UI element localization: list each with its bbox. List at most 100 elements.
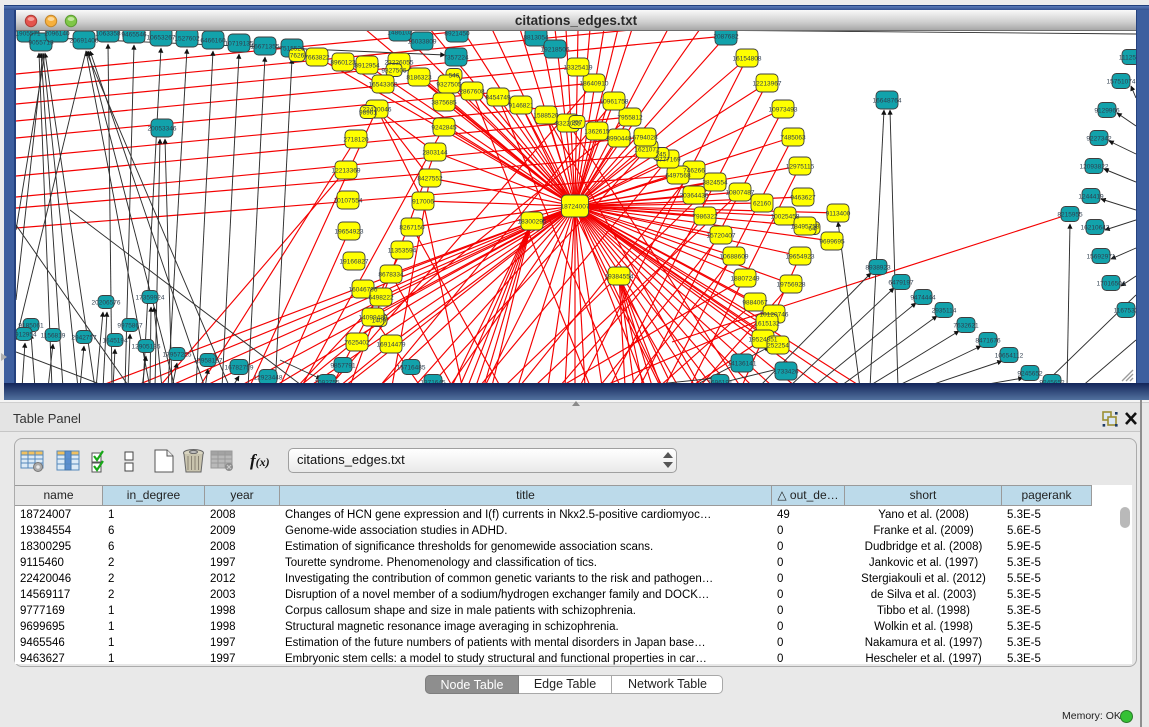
svg-text:1905571: 1905571 (16, 31, 41, 37)
svg-text:98961: 98961 (359, 109, 377, 116)
svg-text:6498222: 6498222 (368, 294, 394, 301)
svg-text:6497568: 6497568 (665, 172, 691, 179)
svg-text:8678334: 8678334 (378, 271, 404, 278)
svg-text:12213967: 12213967 (753, 80, 782, 87)
svg-text:1092755: 1092755 (314, 379, 340, 383)
svg-text:14136141: 14136141 (728, 360, 757, 367)
svg-text:1645194: 1645194 (102, 337, 128, 344)
svg-text:19218506: 19218506 (541, 46, 570, 53)
svg-text:7632621: 7632621 (953, 322, 979, 329)
svg-text:7515526: 7515526 (279, 45, 305, 52)
svg-text:546: 546 (449, 72, 460, 79)
svg-text:1696191: 1696191 (707, 379, 733, 383)
svg-text:257: 257 (572, 119, 583, 126)
svg-text:1167533: 1167533 (1114, 307, 1136, 314)
svg-text:9227342: 9227342 (1086, 135, 1112, 142)
svg-text:7663822: 7663822 (304, 54, 330, 61)
svg-text:1621072: 1621072 (634, 146, 660, 153)
svg-text:8215955: 8215955 (1057, 211, 1083, 218)
svg-text:10958187: 10958187 (194, 357, 223, 364)
svg-text:16154808: 16154808 (733, 55, 762, 62)
svg-text:9245652: 9245652 (1039, 379, 1065, 383)
svg-text:10807487: 10807487 (726, 189, 755, 196)
svg-text:16033809: 16033809 (408, 38, 437, 45)
svg-text:18495758: 18495758 (791, 223, 820, 230)
svg-text:16543362: 16543362 (369, 81, 398, 88)
svg-text:8990448: 8990448 (606, 135, 632, 142)
svg-text:16648764: 16648764 (873, 97, 902, 104)
svg-text:20364436: 20364436 (680, 192, 709, 199)
svg-text:1244419: 1244419 (1078, 193, 1104, 200)
svg-text:10973493: 10973493 (769, 106, 798, 113)
svg-text:1362615: 1362615 (584, 128, 610, 135)
svg-text:12213369: 12213369 (332, 167, 361, 174)
svg-text:10688609: 10688609 (720, 253, 749, 260)
svg-text:15692971: 15692971 (1087, 253, 1116, 260)
svg-text:6794028: 6794028 (632, 134, 658, 141)
svg-text:9699695: 9699695 (819, 238, 845, 245)
svg-text:17957225: 17957225 (163, 351, 192, 358)
svg-text:9327505: 9327505 (436, 81, 462, 88)
svg-text:9245652: 9245652 (1017, 370, 1043, 377)
svg-text:17016504: 17016504 (1097, 280, 1126, 287)
svg-text:9185061: 9185061 (18, 322, 44, 329)
svg-text:20206576: 20206576 (92, 299, 121, 306)
svg-text:7986322: 7986322 (692, 213, 718, 220)
svg-text:13325419: 13325419 (564, 64, 593, 71)
svg-text:2096140: 2096140 (44, 31, 70, 37)
svg-text:9055713: 9055713 (28, 39, 54, 46)
svg-text:7626: 7626 (290, 52, 305, 59)
svg-text:23226055: 23226055 (385, 59, 414, 66)
svg-text:7485063: 7485063 (780, 134, 806, 141)
svg-text:8960123: 8960123 (330, 59, 356, 66)
svg-text:16782759: 16782759 (225, 364, 254, 371)
svg-text:1527602: 1527602 (174, 35, 200, 42)
svg-text:16671355: 16671355 (251, 43, 280, 50)
svg-text:10653267: 10653267 (147, 34, 176, 41)
svg-text:8921450: 8921450 (444, 31, 470, 37)
svg-text:1112543: 1112543 (1119, 54, 1136, 61)
svg-text:6479197: 6479197 (888, 279, 914, 286)
svg-text:9327505: 9327505 (381, 67, 407, 74)
svg-text:7625402: 7625402 (344, 339, 370, 346)
svg-text:9463627: 9463627 (790, 194, 816, 201)
svg-text:18300295: 18300295 (518, 218, 547, 225)
svg-text:15716485: 15716485 (397, 364, 426, 371)
svg-text:19654923: 19654923 (786, 253, 815, 260)
svg-text:19756928: 19756928 (777, 281, 806, 288)
svg-text:9465546: 9465546 (121, 31, 147, 38)
svg-text:18807249: 18807249 (731, 275, 760, 282)
svg-text:3912954: 3912954 (16, 331, 37, 338)
svg-text:9242845: 9242845 (431, 124, 457, 131)
svg-text:1063358: 1063358 (95, 31, 121, 37)
svg-text:8938923: 8938923 (865, 264, 891, 271)
svg-text:2803144: 2803144 (422, 149, 448, 156)
svg-text:10654112: 10654112 (995, 352, 1024, 359)
svg-text:20053346: 20053346 (148, 125, 177, 132)
svg-text:1371645: 1371645 (420, 379, 446, 383)
svg-text:10025458: 10025458 (771, 213, 800, 220)
svg-text:1733426: 1733426 (773, 368, 799, 375)
svg-text:11353594: 11353594 (388, 247, 417, 254)
svg-text:19384554: 19384554 (605, 273, 634, 280)
svg-text:14099489: 14099489 (359, 314, 388, 321)
svg-text:8813054: 8813054 (523, 34, 549, 41)
svg-text:8471676: 8471676 (975, 337, 1001, 344)
svg-text:9129966: 9129966 (1094, 107, 1120, 114)
svg-text:15751074: 15751074 (1107, 78, 1136, 85)
svg-text:8427552: 8427552 (417, 175, 443, 182)
svg-text:2718120: 2718120 (343, 136, 369, 143)
svg-text:16914479: 16914479 (377, 341, 406, 348)
svg-text:8186323: 8186323 (406, 74, 432, 81)
svg-text:9884067: 9884067 (742, 299, 768, 306)
svg-text:3824554: 3824554 (702, 179, 728, 186)
svg-text:10107554: 10107554 (334, 197, 363, 204)
svg-text:19654923: 19654923 (335, 228, 364, 235)
svg-text:62160: 62160 (753, 200, 771, 207)
svg-text:18724007: 18724007 (561, 203, 590, 210)
svg-text:10719135: 10719135 (225, 40, 254, 47)
svg-text:19166827: 19166827 (340, 258, 369, 265)
svg-text:1156819: 1156819 (41, 332, 66, 339)
svg-text:18640910: 18640910 (580, 80, 609, 87)
svg-text:1615132: 1615132 (754, 320, 780, 327)
